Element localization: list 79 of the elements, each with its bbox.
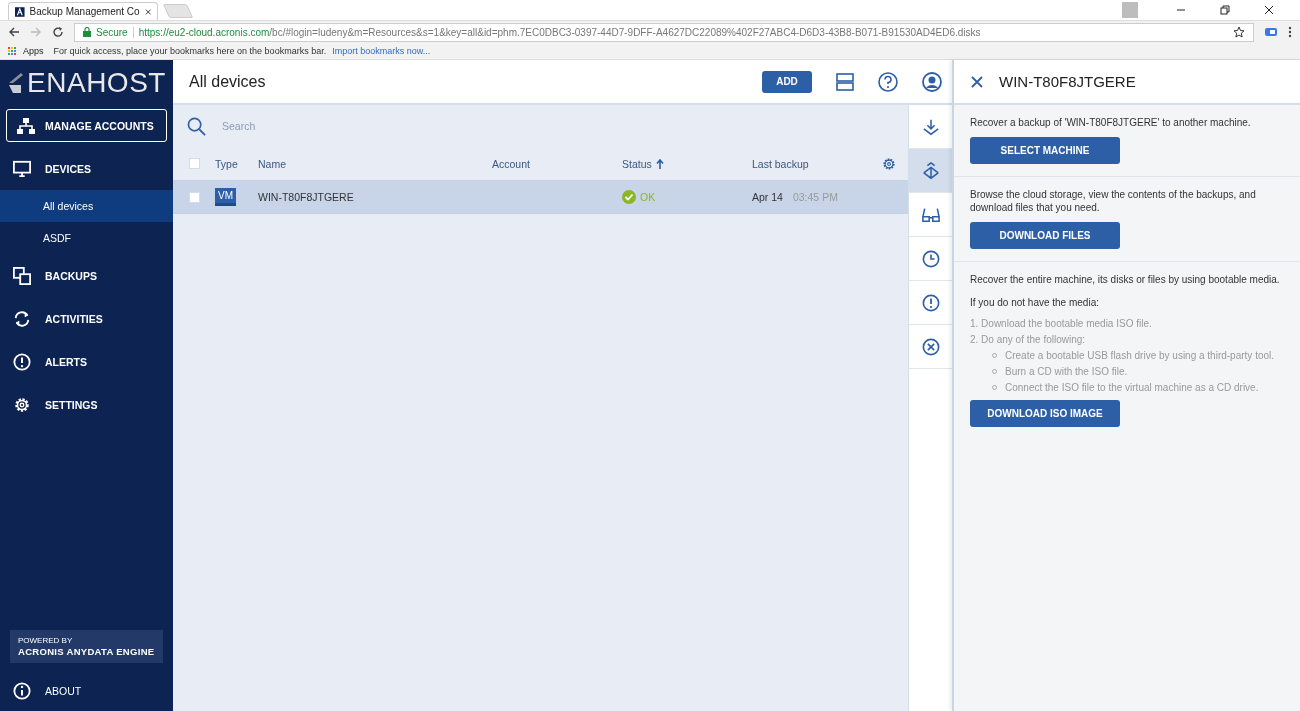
vm-badge: VM xyxy=(215,188,236,206)
close-icon[interactable] xyxy=(144,7,151,16)
check-icon xyxy=(622,190,636,204)
anchor-icon xyxy=(921,161,940,180)
engine-label: ACRONIS ANYDATA ENGINE xyxy=(18,646,155,657)
alert-icon xyxy=(13,352,31,371)
logo-text: ENAHOST xyxy=(27,67,166,99)
action-tab[interactable] xyxy=(909,149,952,193)
step-text: 2. Do any of the following: xyxy=(970,333,1087,346)
section-text: Recover a backup of 'WIN-T80F8JTGERE' to another machine. xyxy=(970,116,1252,129)
bookmarks-hint: For quick access, place your bookmarks here on the bookmarks bar. xyxy=(53,46,327,56)
powered-by-label: POWERED BY xyxy=(18,636,74,645)
address-bar[interactable]: Secure https://eu2-cloud.acronis.com/bc/#login=ludeny&m=Resources&s=1&key=all&id=phm.7EC0DBC3-0397-44D7-9DFF-A4627DC22089%402F27ABC4-D6D3-43B8-B071-B91530AD4ED6.disks xyxy=(74,22,1254,42)
star-icon[interactable] xyxy=(1233,26,1245,38)
panel-title: WIN-T80F8JTGERE xyxy=(999,73,1136,90)
backup-date: Apr 14 xyxy=(752,191,783,203)
menu-icon[interactable] xyxy=(1288,26,1292,38)
nav-subitem[interactable]: ASDF xyxy=(0,222,173,254)
substep-text: Create a bootable USB flash drive by using a third-party tool. xyxy=(1005,349,1275,362)
import-link[interactable]: Import bookmarks now... xyxy=(332,46,431,56)
reload-icon[interactable] xyxy=(52,26,64,38)
column-header[interactable]: Name xyxy=(258,157,492,170)
hierarchy-icon xyxy=(17,117,35,134)
nav-item[interactable]: ALERTS xyxy=(0,340,173,383)
info-icon xyxy=(13,682,31,700)
sync-icon xyxy=(13,309,31,328)
lock-icon xyxy=(83,27,91,37)
table-row[interactable]: VM WIN-T80F8JTGERE OK Apr 14 03:45 PM xyxy=(173,180,908,214)
step-text: 1. Download the bootable media ISO file. xyxy=(970,317,1153,330)
add-button[interactable]: ADD xyxy=(762,70,812,93)
nav-item[interactable]: SETTINGS xyxy=(0,383,173,426)
logo-icon xyxy=(7,73,24,93)
layout-icon[interactable] xyxy=(836,72,854,91)
copies-icon xyxy=(13,266,31,285)
apps-icon[interactable] xyxy=(8,46,17,56)
column-header[interactable]: Account xyxy=(492,157,622,170)
column-header[interactable]: Last backup xyxy=(752,157,872,170)
apps-link[interactable]: Apps xyxy=(23,46,44,56)
restore-icon[interactable] xyxy=(1220,5,1230,15)
column-header[interactable]: Status xyxy=(622,157,752,170)
search-icon xyxy=(187,116,206,136)
secure-label: Secure xyxy=(96,26,128,38)
settings-icon xyxy=(13,395,31,414)
settings-icon[interactable] xyxy=(882,156,896,171)
page-title: All devices xyxy=(189,72,266,91)
close-icon[interactable] xyxy=(1264,5,1274,15)
download-icon xyxy=(921,117,940,136)
nav-item[interactable]: BACKUPS xyxy=(0,254,173,297)
column-header[interactable]: Type xyxy=(215,157,258,170)
extension-icon[interactable] xyxy=(1264,26,1278,38)
substep-text: Burn a CD with the ISO file. xyxy=(1005,365,1128,378)
about-item[interactable]: ABOUT xyxy=(0,671,173,711)
table-cell-text: WIN-T80F8JTGERE xyxy=(258,191,355,203)
section-subheading: If you do not have the media: xyxy=(970,296,1100,309)
backup-time: 03:45 PM xyxy=(792,191,838,203)
tab-title: Backup Management Co xyxy=(29,6,140,17)
row-checkbox[interactable] xyxy=(189,191,200,203)
back-icon[interactable] xyxy=(8,26,20,38)
section-text: Recover the entire machine, its disks or files by using bootable media. xyxy=(970,273,1281,286)
manage-accounts-button[interactable]: MANAGE ACCOUNTS xyxy=(6,109,167,142)
section-text: Browse the cloud storage, view the contents of the backups, and download files that you need. xyxy=(970,188,1257,214)
monitor-icon xyxy=(13,159,31,178)
user-icon[interactable] xyxy=(922,71,942,92)
action-button[interactable]: SELECT MACHINE xyxy=(970,137,1120,164)
clock-icon xyxy=(921,249,940,268)
action-button[interactable]: DOWNLOAD ISO IMAGE xyxy=(970,400,1120,427)
help-icon[interactable] xyxy=(878,71,898,92)
search-field[interactable]: Search xyxy=(220,119,359,133)
url-text: https://eu2-cloud.acronis.com/bc/#login=ludeny&m=Resources&s=1&key=all&id=phm.7EC0DBC3-0397-44D7-9DFF-A4627DC22089%402F27ABC4-D6D3-43B8-B071-B91530AD4ED6.disks xyxy=(138,26,982,38)
alert-icon xyxy=(921,293,940,312)
status-text: OK xyxy=(640,191,656,203)
nav-subitem[interactable]: All devices xyxy=(0,190,173,222)
nav-item[interactable]: DEVICES xyxy=(0,147,173,190)
select-all-checkbox[interactable] xyxy=(189,158,200,169)
cancel-icon xyxy=(921,337,940,356)
nav-item[interactable]: ACTIVITIES xyxy=(0,297,173,340)
substep-text: Connect the ISO file to the virtual machine as a CD drive. xyxy=(1005,381,1259,394)
action-button[interactable]: DOWNLOAD FILES xyxy=(970,222,1120,249)
close-icon[interactable] xyxy=(971,75,983,88)
